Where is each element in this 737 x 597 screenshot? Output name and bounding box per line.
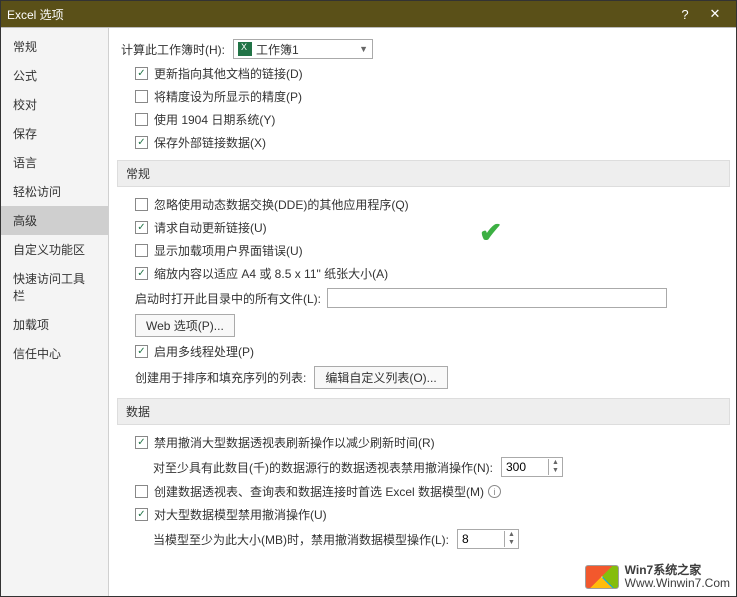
calc-opt-label-2: 使用 1904 日期系统(Y) — [154, 111, 275, 128]
calc-opt-label-0: 更新指向其他文档的链接(D) — [154, 65, 303, 82]
gen-opt-checkbox-0[interactable] — [135, 198, 148, 211]
disable-undo-pivot-label: 禁用撤消大型数据透视表刷新操作以减少刷新时间(R) — [154, 434, 435, 451]
calc-opt-label-1: 将精度设为所显示的精度(P) — [154, 88, 302, 105]
gen-opt-label-2: 显示加载项用户界面错误(U) — [154, 242, 303, 259]
sidebar-item-3[interactable]: 保存 — [1, 119, 108, 148]
sidebar: 常规公式校对保存语言轻松访问高级自定义功能区快速访问工具栏加载项信任中心 — [1, 28, 109, 596]
gen-opt-label-1: 请求自动更新链接(U) — [154, 219, 267, 236]
sidebar-item-1[interactable]: 公式 — [1, 61, 108, 90]
info-icon[interactable]: i — [488, 485, 501, 498]
edit-custom-list-button[interactable]: 编辑自定义列表(O)... — [314, 366, 447, 389]
calc-opt-checkbox-0[interactable] — [135, 67, 148, 80]
disable-undo-model-label: 对大型数据模型禁用撤消操作(U) — [154, 506, 327, 523]
gen-opt-label-0: 忽略使用动态数据交换(DDE)的其他应用程序(Q) — [154, 196, 409, 213]
calc-label: 计算此工作簿时(H): — [121, 41, 225, 58]
calc-opt-checkbox-1[interactable] — [135, 90, 148, 103]
pivot-threshold-input[interactable] — [502, 458, 548, 476]
model-threshold-label: 当模型至少为此大小(MB)时，禁用撤消数据模型操作(L): — [153, 531, 449, 548]
close-button[interactable]: ✕ — [700, 6, 730, 22]
prefer-datamodel-checkbox[interactable] — [135, 485, 148, 498]
workbook-name: 工作簿1 — [256, 41, 299, 58]
section-general: 常规 — [117, 160, 730, 187]
excel-icon — [238, 42, 252, 56]
web-options-button[interactable]: Web 选项(P)... — [135, 314, 235, 337]
chevron-down-icon: ▼ — [359, 44, 368, 54]
sidebar-item-4[interactable]: 语言 — [1, 148, 108, 177]
help-button[interactable]: ? — [670, 7, 700, 22]
pivot-threshold-label: 对至少具有此数目(千)的数据源行的数据透视表禁用撤消操作(N): — [153, 459, 493, 476]
calc-opt-label-3: 保存外部链接数据(X) — [154, 134, 266, 151]
windows-flag-icon — [585, 565, 619, 589]
window-title: Excel 选项 — [7, 6, 64, 23]
sidebar-item-2[interactable]: 校对 — [1, 90, 108, 119]
watermark-line1: Win7系统之家 — [625, 564, 730, 577]
gen-opt-checkbox-2[interactable] — [135, 244, 148, 257]
gen-opt-label-3: 缩放内容以适应 A4 或 8.5 x 11" 纸张大小(A) — [154, 265, 388, 282]
sidebar-item-8[interactable]: 快速访问工具栏 — [1, 264, 108, 310]
gen-opt-checkbox-3[interactable] — [135, 267, 148, 280]
model-threshold-spinner[interactable]: ▲▼ — [457, 529, 519, 549]
prefer-datamodel-label: 创建数据透视表、查询表和数据连接时首选 Excel 数据模型(M) — [154, 483, 484, 500]
watermark: Win7系统之家 Www.Winwin7.Com — [585, 564, 730, 590]
editlist-label: 创建用于排序和填充序列的列表: — [135, 369, 306, 386]
multithread-label: 启用多线程处理(P) — [154, 343, 254, 360]
sidebar-item-7[interactable]: 自定义功能区 — [1, 235, 108, 264]
titlebar: Excel 选项 ? ✕ — [1, 1, 736, 27]
section-data: 数据 — [117, 398, 730, 425]
sidebar-item-10[interactable]: 信任中心 — [1, 339, 108, 368]
sidebar-item-5[interactable]: 轻松访问 — [1, 177, 108, 206]
disable-undo-pivot-checkbox[interactable] — [135, 436, 148, 449]
gen-opt-checkbox-1[interactable] — [135, 221, 148, 234]
main-panel: 计算此工作簿时(H): 工作簿1 ▼ 更新指向其他文档的链接(D) 将精度设为所显… — [109, 28, 736, 596]
watermark-line2: Www.Winwin7.Com — [625, 577, 730, 590]
calc-opt-checkbox-3[interactable] — [135, 136, 148, 149]
sidebar-item-9[interactable]: 加载项 — [1, 310, 108, 339]
pivot-threshold-spinner[interactable]: ▲▼ — [501, 457, 563, 477]
startup-label: 启动时打开此目录中的所有文件(L): — [135, 290, 321, 307]
startup-path-input[interactable] — [327, 288, 667, 308]
calc-opt-checkbox-2[interactable] — [135, 113, 148, 126]
multithread-checkbox[interactable] — [135, 345, 148, 358]
model-threshold-input[interactable] — [458, 530, 504, 548]
disable-undo-model-checkbox[interactable] — [135, 508, 148, 521]
sidebar-item-0[interactable]: 常规 — [1, 32, 108, 61]
sidebar-item-6[interactable]: 高级 — [1, 206, 108, 235]
workbook-select[interactable]: 工作簿1 ▼ — [233, 39, 373, 59]
